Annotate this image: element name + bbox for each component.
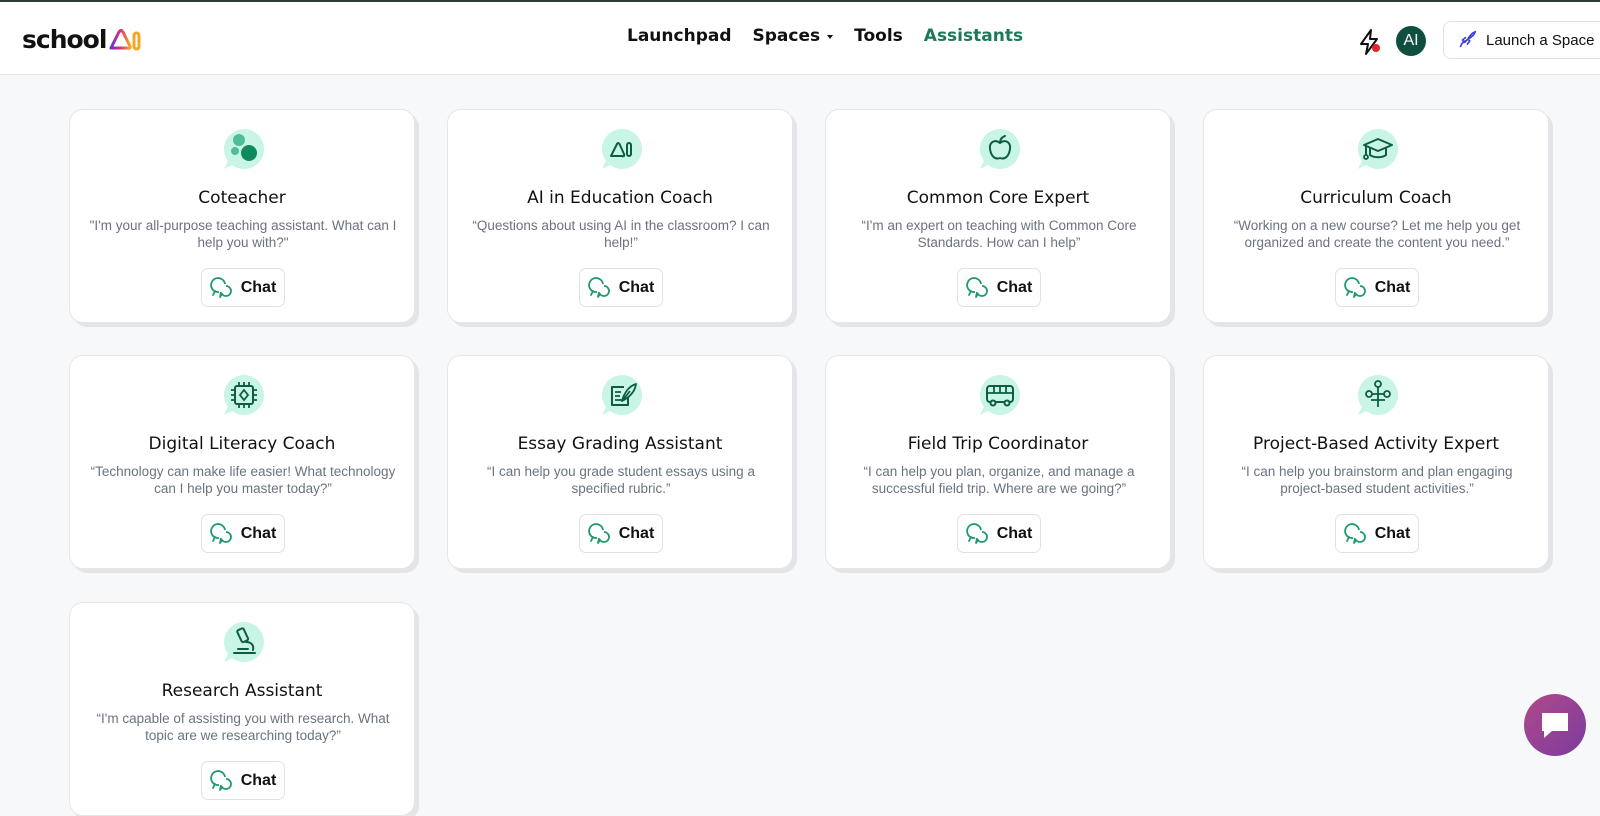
quill-paper-icon bbox=[602, 375, 642, 415]
assistant-card: Project-Based Activity Expert “I can hel… bbox=[1203, 355, 1549, 569]
ai-logo-icon bbox=[109, 29, 141, 51]
assistant-title: Coteacher bbox=[198, 188, 286, 208]
nav-assistants-label: Assistants bbox=[923, 26, 1024, 46]
ai-logo-icon bbox=[602, 129, 642, 169]
assistant-title: Common Core Expert bbox=[906, 188, 1090, 208]
assistant-title: Field Trip Coordinator bbox=[907, 434, 1089, 454]
assistant-card: AI in Education Coach “Questions about u… bbox=[447, 109, 793, 323]
notification-dot bbox=[1372, 44, 1380, 52]
chat-label: Chat bbox=[240, 524, 277, 542]
cpu-chip-icon bbox=[224, 375, 264, 415]
graduation-cap-icon bbox=[1358, 129, 1398, 169]
assistant-title: Digital Literacy Coach bbox=[148, 434, 336, 454]
assistant-description: “I'm an expert on teaching with Common C… bbox=[861, 218, 1137, 250]
chat-bubble-icon bbox=[965, 276, 988, 298]
chat-label: Chat bbox=[1374, 278, 1411, 296]
assistant-description: “Questions about using AI in the classro… bbox=[472, 218, 770, 250]
lightning-bolt-icon[interactable] bbox=[1356, 28, 1382, 56]
support-chat-launcher[interactable] bbox=[1524, 694, 1586, 756]
bus-icon bbox=[980, 375, 1020, 415]
schoolai-logo[interactable]: school bbox=[22, 24, 142, 54]
chat-label: Chat bbox=[996, 524, 1033, 542]
launch-space-button[interactable]: Launch a Space bbox=[1443, 21, 1600, 59]
assistant-card: Coteacher "I'm your all-purpose teaching… bbox=[69, 109, 415, 323]
assistant-card: Curriculum Coach “Working on a new cours… bbox=[1203, 109, 1549, 323]
nav-spaces-label: Spaces bbox=[752, 26, 821, 46]
assistant-description: "I'm your all-purpose teaching assistant… bbox=[89, 218, 397, 250]
assistant-card: Research Assistant “I'm capable of assis… bbox=[69, 602, 415, 816]
network-icon bbox=[1358, 375, 1398, 415]
chat-label: Chat bbox=[996, 278, 1033, 296]
rocket-icon bbox=[1459, 30, 1477, 48]
chat-button[interactable]: Chat bbox=[201, 514, 285, 553]
nav-spaces[interactable]: Spaces bbox=[753, 26, 834, 46]
logo-text: school bbox=[22, 24, 107, 54]
chat-bubble-icon bbox=[587, 522, 610, 544]
chat-button[interactable]: Chat bbox=[579, 514, 663, 553]
nav-tools[interactable]: Tools bbox=[854, 26, 903, 46]
assistant-description: “I can help you plan, organize, and mana… bbox=[863, 464, 1135, 496]
chat-label: Chat bbox=[240, 278, 277, 296]
top-header: school Launchpad Spaces Tools Assistants… bbox=[0, 2, 1600, 75]
assistant-title: Project-Based Activity Expert bbox=[1253, 434, 1499, 454]
chat-bubble-icon bbox=[209, 276, 232, 298]
chat-bubble-icon bbox=[209, 522, 232, 544]
chat-label: Chat bbox=[618, 278, 655, 296]
chat-bubble-icon bbox=[1542, 713, 1568, 738]
assistant-description: “I can help you grade student essays usi… bbox=[487, 464, 755, 496]
assistant-card: Field Trip Coordinator “I can help you p… bbox=[825, 355, 1171, 569]
chat-label: Chat bbox=[618, 524, 655, 542]
chat-button[interactable]: Chat bbox=[1335, 268, 1419, 307]
microscope-icon bbox=[224, 622, 264, 662]
chat-label: Chat bbox=[1374, 524, 1411, 542]
assistant-card: Common Core Expert “I'm an expert on tea… bbox=[825, 109, 1171, 323]
avatar[interactable]: AI bbox=[1396, 26, 1426, 56]
chat-button[interactable]: Chat bbox=[957, 514, 1041, 553]
assistant-description: “I can help you brainstorm and plan enga… bbox=[1241, 464, 1513, 496]
chat-button[interactable]: Chat bbox=[201, 761, 285, 800]
assistant-card: Essay Grading Assistant “I can help you … bbox=[447, 355, 793, 569]
chat-bubble-icon bbox=[965, 522, 988, 544]
chat-label: Chat bbox=[240, 771, 277, 789]
launch-space-label: Launch a Space bbox=[1486, 31, 1595, 49]
assistant-description: “Working on a new course? Let me help yo… bbox=[1233, 218, 1521, 250]
assistant-title: Research Assistant bbox=[161, 681, 323, 701]
nav-tools-label: Tools bbox=[854, 26, 903, 46]
avatar-initials: AI bbox=[1403, 32, 1419, 49]
assistant-title: Curriculum Coach bbox=[1300, 188, 1452, 208]
assistant-title: AI in Education Coach bbox=[527, 188, 713, 208]
assistant-description: “Technology can make life easier! What t… bbox=[90, 464, 396, 496]
main-nav: Launchpad Spaces Tools Assistants bbox=[627, 26, 1044, 46]
apple-icon bbox=[980, 129, 1020, 169]
chat-bubble-icon bbox=[587, 276, 610, 298]
bubbles-icon bbox=[224, 129, 264, 169]
chat-bubble-icon bbox=[209, 769, 232, 791]
chat-button[interactable]: Chat bbox=[579, 268, 663, 307]
assistant-card: Digital Literacy Coach “Technology can m… bbox=[69, 355, 415, 569]
nav-launchpad[interactable]: Launchpad bbox=[627, 26, 732, 46]
chevron-down-icon bbox=[827, 35, 834, 39]
chat-button[interactable]: Chat bbox=[201, 268, 285, 307]
chat-button[interactable]: Chat bbox=[957, 268, 1041, 307]
nav-assistants[interactable]: Assistants bbox=[924, 26, 1023, 46]
nav-launchpad-label: Launchpad bbox=[627, 26, 732, 46]
assistant-description: “I'm capable of assisting you with resea… bbox=[96, 711, 390, 743]
chat-button[interactable]: Chat bbox=[1335, 514, 1419, 553]
chat-bubble-icon bbox=[1343, 522, 1366, 544]
assistant-title: Essay Grading Assistant bbox=[517, 434, 723, 454]
chat-bubble-icon bbox=[1343, 276, 1366, 298]
